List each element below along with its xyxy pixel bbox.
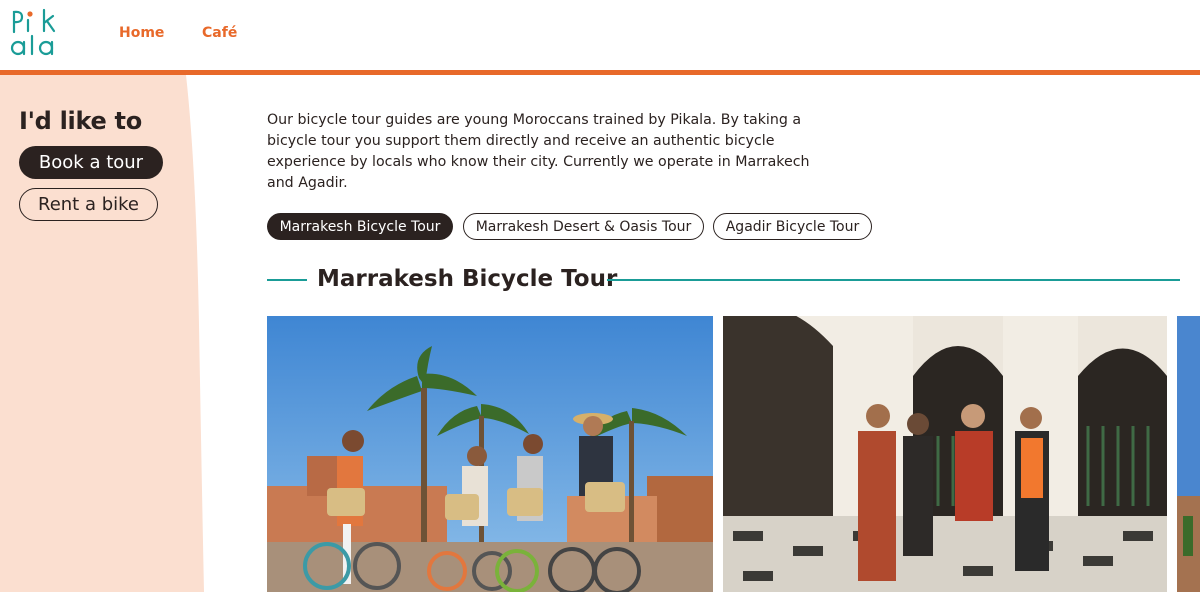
site-header: Home Café [0,0,1200,70]
tour-photo-partial[interactable] [1177,316,1200,592]
tab-marrakesh-desert-oasis-tour[interactable]: Marrakesh Desert & Oasis Tour [463,213,704,240]
sidebar: I'd like to Book a tour Rent a bike [0,75,210,592]
tour-photo-arches[interactable] [723,316,1167,592]
nav-cafe-link[interactable]: Café [202,25,237,41]
section-divider-right [607,279,1180,281]
pikala-logo[interactable] [8,6,64,60]
sidebar-heading: I'd like to [19,107,142,135]
tab-marrakesh-bicycle-tour[interactable]: Marrakesh Bicycle Tour [267,213,453,240]
tab-agadir-bicycle-tour[interactable]: Agadir Bicycle Tour [713,213,872,240]
tour-photo-cyclists[interactable] [267,316,713,592]
book-tour-button[interactable]: Book a tour [19,146,163,179]
rent-bike-button[interactable]: Rent a bike [19,188,158,221]
intro-paragraph: Our bicycle tour guides are young Morocc… [267,112,810,191]
section-divider-left [267,279,307,281]
nav-home-link[interactable]: Home [119,25,164,41]
section-title: Marrakesh Bicycle Tour [317,266,618,292]
